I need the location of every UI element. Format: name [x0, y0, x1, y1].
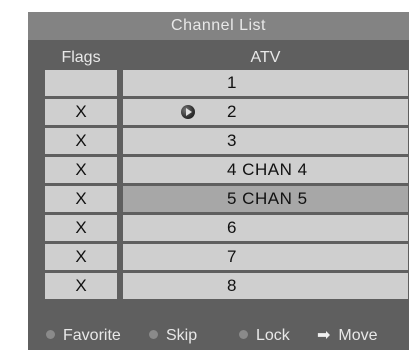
channel-label: 4 CHAN 4: [227, 160, 308, 179]
legend-favorite: Favorite: [46, 322, 121, 350]
flag-cell[interactable]: X: [45, 99, 117, 125]
atv-column-header: ATV: [250, 49, 281, 66]
flag-cell[interactable]: X: [45, 215, 117, 241]
flag-cell[interactable]: X: [45, 128, 117, 154]
flags-column-header: Flags: [61, 49, 101, 66]
dot-icon: [46, 330, 55, 339]
legend-lock: Lock: [239, 322, 290, 350]
legend-skip: Skip: [149, 322, 197, 350]
channel-label: 5 CHAN 5: [227, 189, 308, 208]
legend-move: ➡ Move: [317, 322, 378, 350]
channel-row[interactable]: 7: [123, 244, 408, 270]
flag-cell[interactable]: X: [45, 244, 117, 270]
footer-legend: Favorite Skip Lock ➡ Move: [28, 322, 409, 350]
dot-icon: [149, 330, 158, 339]
channel-row[interactable]: 1: [123, 70, 408, 96]
channel-row[interactable]: 8: [123, 273, 408, 299]
panel-title: Channel List: [28, 12, 409, 40]
arrow-right-icon: ➡: [317, 327, 331, 344]
channel-label: 3: [227, 131, 237, 150]
play-circle-icon: [181, 105, 195, 119]
channel-label: 2: [227, 102, 237, 121]
flag-cell[interactable]: X: [45, 186, 117, 212]
flag-cell[interactable]: X: [45, 157, 117, 183]
dot-icon: [239, 330, 248, 339]
channel-list-panel: Channel List Flags ATV 1 X 2 X 3 X 4 CHA…: [28, 12, 409, 350]
channel-label: 1: [227, 73, 237, 92]
channel-row[interactable]: 3: [123, 128, 408, 154]
flag-cell[interactable]: [45, 70, 117, 96]
channel-row[interactable]: 6: [123, 215, 408, 241]
channel-row-selected[interactable]: 5 CHAN 5: [123, 186, 408, 212]
channel-label: 7: [227, 247, 237, 266]
channel-row[interactable]: 4 CHAN 4: [123, 157, 408, 183]
channel-label: 6: [227, 218, 237, 237]
channel-row[interactable]: 2: [123, 99, 408, 125]
flag-cell[interactable]: X: [45, 273, 117, 299]
channel-label: 8: [227, 276, 237, 295]
